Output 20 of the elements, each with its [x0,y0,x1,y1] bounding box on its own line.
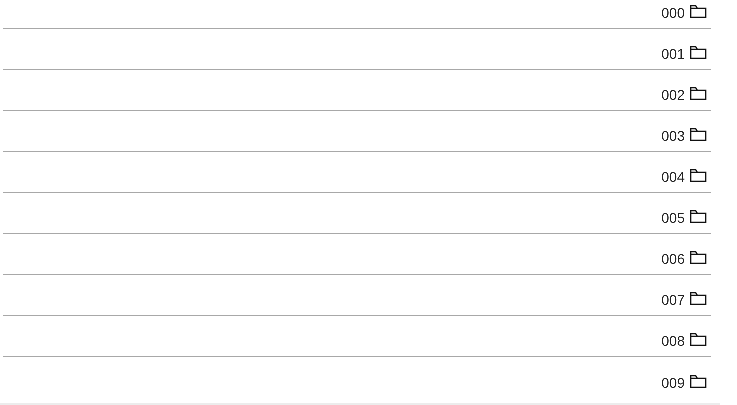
folder-icon[interactable] [690,251,707,265]
folder-icon[interactable] [690,128,707,142]
folder-icon[interactable] [690,169,707,183]
folder-name[interactable]: 006 [662,251,685,267]
folder-name[interactable]: 008 [662,333,685,349]
folder-icon[interactable] [690,210,707,224]
folder-icon[interactable] [690,87,707,101]
folder-name[interactable]: 007 [662,292,685,308]
folder-name[interactable]: 002 [662,87,685,103]
folder-name[interactable]: 004 [662,169,685,185]
folder-icon[interactable] [690,292,707,306]
folder-name[interactable]: 005 [662,210,685,226]
folder-name[interactable]: 003 [662,128,685,144]
folder-name[interactable]: 000 [662,5,685,21]
folder-icon[interactable] [690,46,707,60]
folder-icon[interactable] [690,333,707,347]
folder-name[interactable]: 009 [662,375,685,391]
folder-icon[interactable] [690,5,707,19]
folder-icon[interactable] [690,375,707,389]
folder-name[interactable]: 001 [662,46,685,62]
